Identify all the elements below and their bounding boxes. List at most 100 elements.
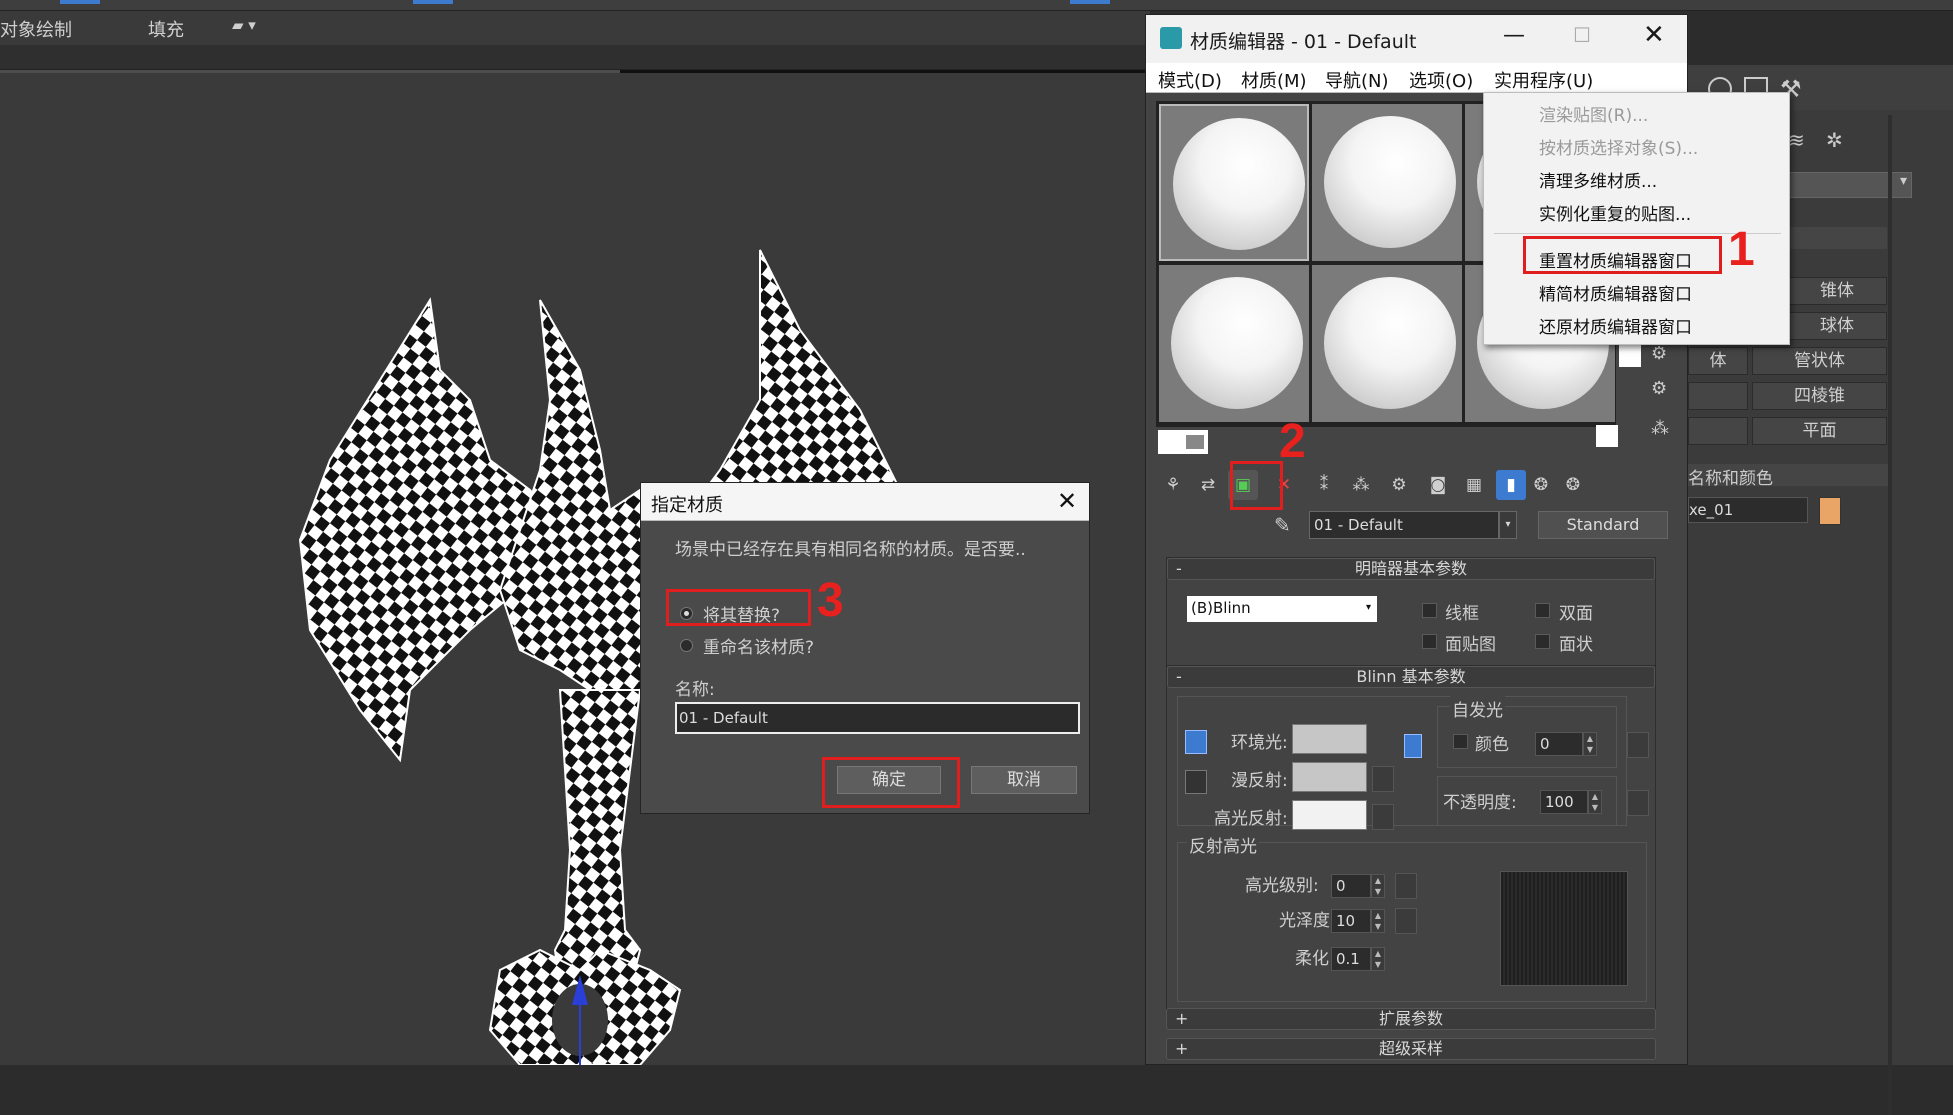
blinn-rollout-header[interactable]: - Blinn 基本参数: [1167, 666, 1655, 688]
self-illum-spinner[interactable]: 0: [1535, 732, 1583, 756]
lock-ambient-icon[interactable]: [1185, 730, 1207, 754]
diffuse-swatch[interactable]: [1292, 762, 1367, 792]
background-icon[interactable]: [1596, 425, 1618, 447]
put-to-scene-icon[interactable]: ⇄: [1193, 470, 1223, 500]
rename-label[interactable]: 重命名该材质?: [703, 633, 814, 658]
menu-item-restore-editor[interactable]: 还原材质编辑器窗口: [1539, 313, 1692, 338]
plane-button[interactable]: 平面: [1752, 417, 1887, 445]
shader-rollout-header[interactable]: - 明暗器基本参数: [1167, 558, 1655, 580]
specular-map-button[interactable]: [1372, 804, 1394, 830]
name-input[interactable]: 01 - Default: [675, 702, 1080, 734]
faceted-label: 面状: [1559, 635, 1593, 655]
dropdown-icon[interactable]: ▰ ▾: [232, 16, 256, 34]
partial-button[interactable]: [1688, 382, 1748, 410]
faceted-checkbox[interactable]: [1535, 634, 1550, 649]
extended-params-rollout: + 扩展参数: [1166, 1008, 1656, 1030]
menu-navigation[interactable]: 导航(N): [1325, 67, 1389, 93]
make-copy-icon[interactable]: ⁑: [1309, 470, 1339, 500]
partial-button[interactable]: [1688, 417, 1748, 445]
systems-icon[interactable]: ✲: [1826, 128, 1843, 152]
ambient-swatch[interactable]: [1292, 724, 1367, 754]
menu-item-clean-multimaterial[interactable]: 清理多维材质...: [1539, 167, 1657, 192]
pyramid-button[interactable]: 四棱锥: [1752, 382, 1887, 410]
video-check-icon[interactable]: ⚙: [1651, 343, 1667, 364]
sample-slot[interactable]: [1159, 104, 1309, 261]
supersampling-header[interactable]: + 超级采样: [1166, 1038, 1656, 1060]
spinner-arrows[interactable]: ▲ ▼: [1371, 909, 1385, 933]
cancel-button[interactable]: 取消: [971, 766, 1077, 794]
wire-checkbox[interactable]: [1422, 603, 1437, 618]
rename-radio[interactable]: [680, 639, 693, 652]
menu-item-instance-duplicate-maps[interactable]: 实例化重复的贴图...: [1539, 200, 1691, 225]
get-material-icon[interactable]: ⚘: [1158, 470, 1188, 500]
spinner-arrows[interactable]: ▲ ▼: [1583, 732, 1597, 756]
go-to-parent-icon[interactable]: ❂: [1526, 470, 1556, 500]
sample-slot[interactable]: [1312, 265, 1462, 422]
soften-spinner[interactable]: 0.1: [1331, 947, 1371, 971]
spinner-arrows[interactable]: ▲ ▼: [1371, 874, 1385, 898]
spinner-arrows[interactable]: ▲ ▼: [1588, 790, 1602, 814]
options-icon[interactable]: ⚙: [1651, 378, 1667, 399]
minimize-icon[interactable]: —: [1503, 23, 1525, 48]
menu-material[interactable]: 材质(M): [1241, 67, 1307, 93]
menu-item-select-by-material[interactable]: 按材质选择对象(S)...: [1539, 134, 1698, 159]
put-to-library-icon[interactable]: ⚙: [1384, 470, 1414, 500]
select-by-material-icon[interactable]: ⁂: [1651, 418, 1669, 439]
self-illum-color-checkbox[interactable]: [1453, 734, 1468, 749]
self-illum-map-button[interactable]: [1627, 732, 1649, 758]
partial-button[interactable]: 体: [1688, 347, 1748, 375]
spacewarps-icon[interactable]: ≋: [1788, 128, 1805, 152]
opacity-map-button[interactable]: [1627, 790, 1649, 816]
diffuse-map-button[interactable]: [1372, 766, 1394, 792]
material-name-field[interactable]: 01 - Default: [1309, 511, 1499, 539]
object-paint-tab[interactable]: 对象绘制: [0, 16, 72, 42]
glossiness-spinner[interactable]: 10: [1331, 909, 1371, 933]
dialog-close-icon[interactable]: ✕: [1057, 487, 1077, 515]
lock-diffuse-icon[interactable]: [1185, 770, 1207, 794]
specular-highlights-label: 反射高光: [1187, 832, 1259, 857]
lock-icon[interactable]: [1404, 734, 1422, 758]
menu-item-render-map[interactable]: 渲染贴图(R)...: [1539, 101, 1648, 126]
make-unique-icon[interactable]: ⁂: [1346, 470, 1376, 500]
maximize-icon[interactable]: ☐: [1573, 23, 1591, 47]
material-id-icon[interactable]: ◙: [1423, 470, 1453, 500]
slot-scroll-handle[interactable]: [1158, 430, 1208, 454]
soften-label: 柔化:: [1295, 949, 1335, 969]
shader-type-dropdown[interactable]: (B)Blinn ▾: [1187, 596, 1377, 622]
glossiness-map-button[interactable]: [1395, 908, 1417, 934]
object-color-swatch[interactable]: [1819, 497, 1841, 525]
menu-item-condense-editor[interactable]: 精简材质编辑器窗口: [1539, 280, 1692, 305]
blinn-basic-rollout: - Blinn 基本参数 环境光: 漫反射: 高光反射: 自发光 颜色 0 ▲ ▼ …: [1166, 665, 1656, 1010]
specular-swatch[interactable]: [1292, 800, 1367, 830]
name-color-header[interactable]: 名称和颜色: [1688, 464, 1888, 489]
show-end-result-icon[interactable]: ▮: [1496, 470, 1526, 500]
spec-level-spinner[interactable]: 0: [1331, 874, 1371, 898]
toolbar-tab-highlight: [60, 0, 100, 4]
sphere-button[interactable]: 球体: [1787, 312, 1887, 340]
fill-tab[interactable]: 填充: [148, 16, 184, 42]
cone-button[interactable]: 锥体: [1787, 277, 1887, 305]
menu-utilities[interactable]: 实用程序(U): [1494, 67, 1593, 93]
name-dropdown-arrow[interactable]: ▾: [1499, 511, 1517, 539]
show-map-icon[interactable]: ▦: [1459, 470, 1489, 500]
close-icon[interactable]: ✕: [1643, 20, 1665, 50]
spec-level-map-button[interactable]: [1395, 873, 1417, 899]
menu-mode[interactable]: 模式(D): [1158, 67, 1222, 93]
eyedropper-icon[interactable]: ✎: [1274, 513, 1291, 537]
object-type-header: [1787, 227, 1887, 249]
two-sided-checkbox[interactable]: [1535, 603, 1550, 618]
go-forward-sibling-icon[interactable]: ❂: [1558, 470, 1588, 500]
tube-button[interactable]: 管状体: [1752, 347, 1887, 375]
face-map-checkbox[interactable]: [1422, 634, 1437, 649]
menu-options[interactable]: 选项(O): [1409, 67, 1473, 93]
sample-slot[interactable]: [1159, 265, 1309, 422]
spinner-arrows[interactable]: ▲ ▼: [1371, 947, 1385, 971]
annotation-box-2: [1230, 461, 1283, 510]
material-type-button[interactable]: Standard: [1538, 511, 1668, 539]
sample-type-icon[interactable]: [1619, 345, 1641, 367]
category-dropdown[interactable]: ▾: [1787, 172, 1912, 198]
extended-params-header[interactable]: + 扩展参数: [1166, 1008, 1656, 1030]
opacity-spinner[interactable]: 100: [1540, 790, 1588, 814]
sample-slot[interactable]: [1312, 104, 1462, 261]
object-name-field[interactable]: xe_01: [1688, 497, 1808, 523]
